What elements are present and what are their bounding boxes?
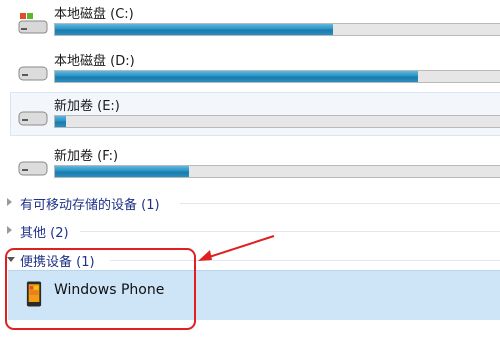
drive-c-usage-fill [55, 24, 333, 35]
expand-arrow-icon[interactable] [7, 198, 12, 206]
drive-d-label: 本地磁盘 (D:) [54, 54, 135, 69]
group-removable-storage[interactable]: 有可移动存储的设备 (1) [0, 193, 500, 213]
group-divider [180, 203, 500, 204]
drive-d-usage-fill [55, 71, 418, 82]
hard-drive-icon [18, 161, 48, 176]
drive-e-usage-bar [54, 115, 500, 128]
annotation-arrow-icon [198, 235, 275, 261]
device-name-label: Windows Phone [54, 282, 165, 298]
drive-f-usage-fill [55, 166, 190, 177]
hard-drive-icon [18, 66, 48, 81]
group-other-label: 其他 (2) [20, 226, 69, 241]
drive-e-usage-fill [55, 116, 67, 127]
drive-d[interactable]: 本地磁盘 (D:) [10, 47, 500, 91]
group-divider [80, 231, 500, 232]
windows-phone-icon [26, 281, 42, 307]
group-portable-label: 便携设备 (1) [20, 255, 95, 270]
drive-f-label: 新加卷 (F:) [54, 149, 119, 164]
collapse-arrow-icon[interactable] [7, 257, 15, 262]
drive-e[interactable]: 新加卷 (E:) [10, 92, 500, 136]
drive-d-usage-bar [54, 70, 500, 83]
drive-c-label: 本地磁盘 (C:) [54, 7, 134, 22]
device-windows-phone[interactable]: Windows Phone [8, 270, 500, 320]
group-removable-label: 有可移动存储的设备 (1) [20, 198, 160, 213]
expand-arrow-icon[interactable] [7, 226, 12, 234]
hard-drive-icon [18, 111, 48, 126]
drive-e-label: 新加卷 (E:) [54, 99, 120, 114]
drive-c-usage-bar [54, 23, 500, 36]
group-divider [110, 260, 500, 261]
drive-c[interactable]: 本地磁盘 (C:) [10, 0, 500, 44]
drive-f-usage-bar [54, 165, 500, 178]
drive-f[interactable]: 新加卷 (F:) [10, 142, 500, 186]
windows-drive-icon [18, 13, 48, 34]
